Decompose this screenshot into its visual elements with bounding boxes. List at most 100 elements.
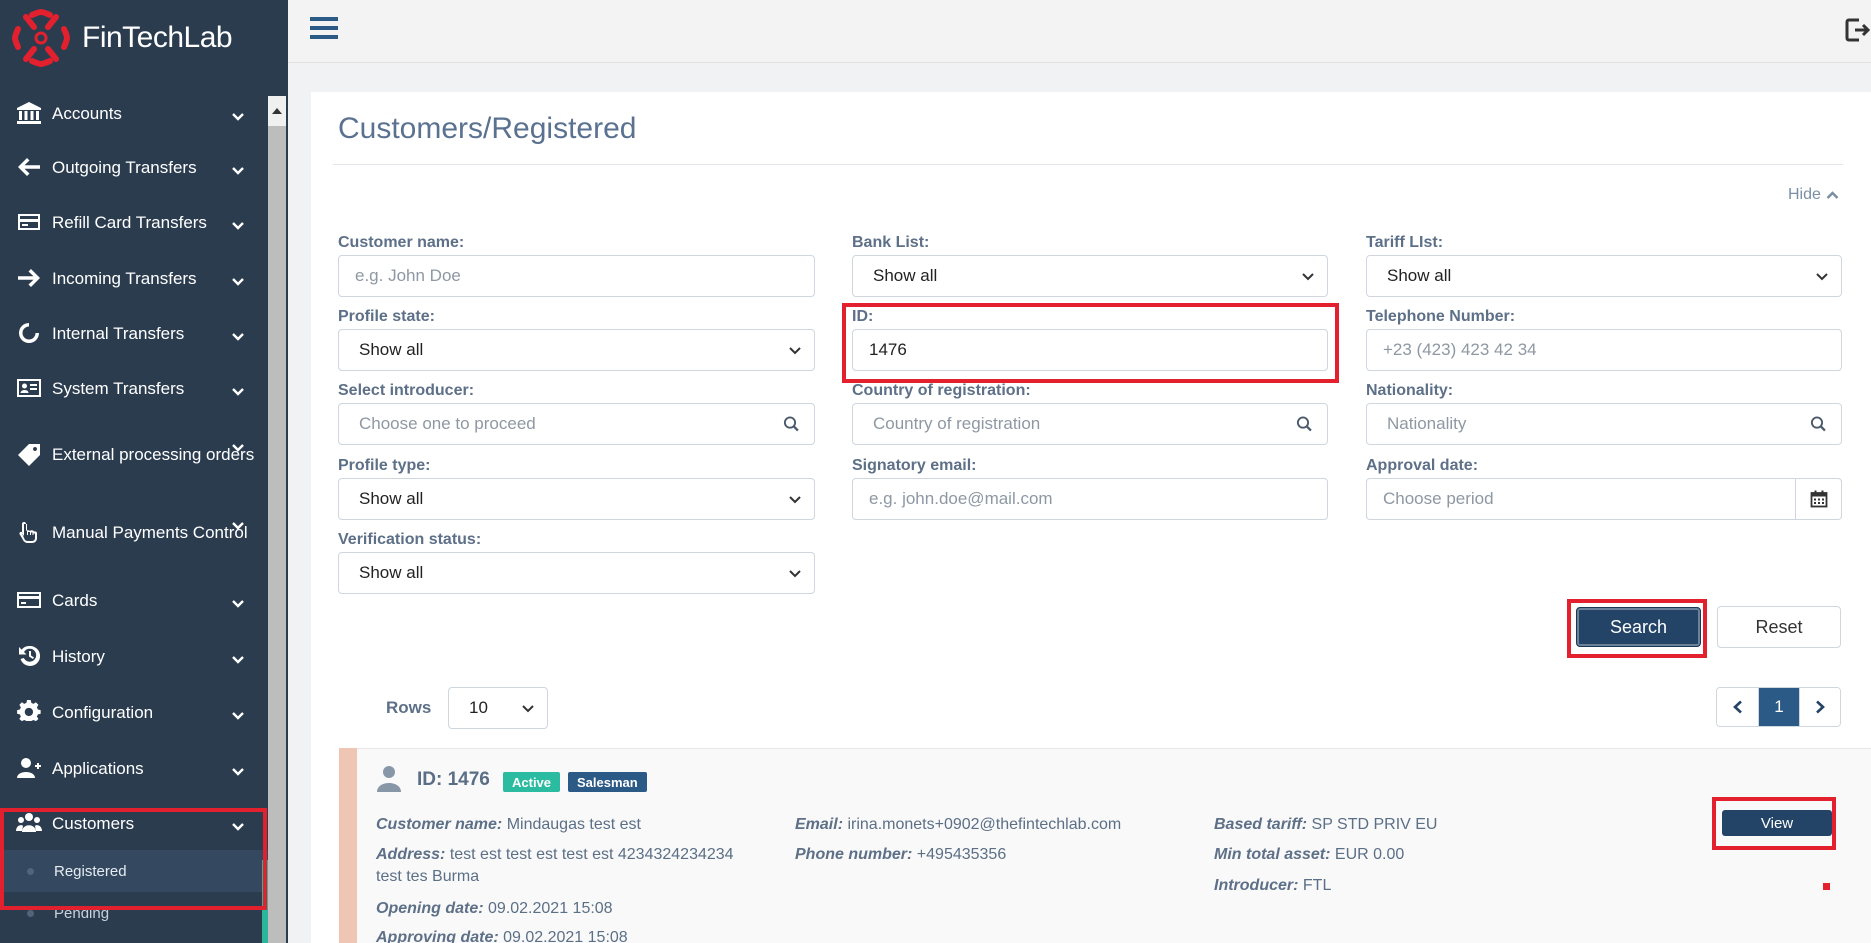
min-total-asset-value: EUR 0.00 <box>1334 846 1405 863</box>
nationality-input[interactable] <box>1387 414 1811 434</box>
highlight-view-button <box>1712 797 1836 850</box>
search-icon[interactable] <box>1296 415 1313 433</box>
chevron-down-icon <box>232 762 244 776</box>
address-row: Address: test est test est test est 4234… <box>376 844 756 888</box>
verification-status-value: Show all <box>359 563 424 582</box>
logout-icon[interactable] <box>1843 16 1871 44</box>
bank-list-value: Show all <box>873 266 938 285</box>
approval-date-input[interactable] <box>1383 489 1841 509</box>
introducer-value: FTL <box>1302 877 1332 894</box>
introducer-field[interactable] <box>338 403 815 445</box>
scroll-up-icon[interactable] <box>268 96 286 126</box>
sidebar-item-cards[interactable]: Cards <box>0 572 268 628</box>
hide-filters-link[interactable]: Hide <box>1788 186 1839 204</box>
chevron-down-icon <box>1816 273 1828 281</box>
sidebar: FinTechLab Accounts Outgoing Transfers R… <box>0 0 288 943</box>
chevron-right-icon <box>1816 700 1825 714</box>
sidebar-item-accounts[interactable]: Accounts <box>0 86 268 140</box>
rows-per-page-select[interactable]: 10 <box>448 687 548 729</box>
address-key: Address: <box>376 846 446 863</box>
highlight-id-field <box>842 303 1339 383</box>
search-icon[interactable] <box>783 415 800 433</box>
country-field[interactable] <box>852 403 1328 445</box>
sidebar-menu: Accounts Outgoing Transfers Refill Card … <box>0 86 268 934</box>
page-button-current[interactable]: 1 <box>1758 688 1799 726</box>
fintechlab-logo-icon <box>12 9 70 67</box>
approving-date-value: 09.02.2021 15:08 <box>503 929 628 943</box>
opening-date-row: Opening date: 09.02.2021 15:08 <box>376 898 756 920</box>
arrow-left-icon <box>14 154 44 180</box>
customer-name-input[interactable] <box>355 266 814 286</box>
role-badge: Salesman <box>568 772 647 792</box>
sidebar-item-system-transfers[interactable]: System Transfers <box>0 360 268 416</box>
tariff-list-select[interactable]: Show all <box>1366 255 1842 297</box>
sidebar-item-external-processing-orders[interactable]: External processing orders <box>0 416 268 492</box>
sidebar-item-incoming-transfers[interactable]: Incoming Transfers <box>0 250 268 306</box>
min-total-asset-row: Min total asset: EUR 0.00 <box>1214 844 1594 866</box>
customer-name-field[interactable] <box>338 255 815 297</box>
email-row: Email: irina.monets+0902@thefintechlab.c… <box>795 814 1195 836</box>
chevron-down-icon <box>232 107 244 121</box>
phone-key: Phone number: <box>795 846 913 863</box>
bullet-icon <box>27 910 34 917</box>
verification-status-label: Verification status: <box>338 531 482 548</box>
chevron-down-icon <box>1302 273 1314 281</box>
customer-name-label: Customer name: <box>338 234 465 251</box>
profile-type-label: Profile type: <box>338 457 431 474</box>
signatory-email-field[interactable] <box>852 478 1328 520</box>
approval-date-field[interactable] <box>1366 478 1842 520</box>
search-icon[interactable] <box>1810 415 1827 433</box>
page-title: Customers/Registered <box>338 112 637 145</box>
sidebar-item-history[interactable]: History <box>0 628 268 684</box>
card-refill-icon <box>14 209 44 235</box>
chevron-down-icon <box>232 272 244 286</box>
profile-state-value: Show all <box>359 340 424 359</box>
introducer-label: Select introducer: <box>338 382 475 399</box>
sidebar-item-configuration[interactable]: Configuration <box>0 684 268 740</box>
sidebar-item-refill-card-transfers[interactable]: Refill Card Transfers <box>0 194 268 250</box>
hide-label: Hide <box>1788 186 1821 203</box>
sidebar-item-outgoing-transfers[interactable]: Outgoing Transfers <box>0 140 268 194</box>
rows-label: Rows <box>386 698 432 717</box>
email-value: irina.monets+0902@thefintechlab.com <box>847 816 1122 833</box>
telephone-input[interactable] <box>1383 340 1841 360</box>
opening-date-value: 09.02.2021 15:08 <box>488 900 613 917</box>
status-badge-active: Active <box>503 772 561 792</box>
sidebar-item-manual-payments-control[interactable]: Manual Payments Control <box>0 492 268 572</box>
prev-page-button[interactable] <box>1717 688 1758 726</box>
profile-type-select[interactable]: Show all <box>338 478 815 520</box>
calendar-button[interactable] <box>1795 479 1841 519</box>
chevron-down-icon <box>232 382 244 396</box>
bank-icon <box>14 100 44 126</box>
pagination: 1 <box>1716 687 1841 727</box>
bank-list-label: Bank List: <box>852 234 930 251</box>
sidebar-item-applications[interactable]: Applications <box>0 740 268 796</box>
sidebar-item-internal-transfers[interactable]: Internal Transfers <box>0 306 268 360</box>
telephone-field[interactable] <box>1366 329 1842 371</box>
hamburger-menu-icon[interactable] <box>308 14 340 42</box>
bank-list-select[interactable]: Show all <box>852 255 1328 297</box>
top-bar <box>288 0 1871 63</box>
chevron-down-icon <box>232 216 244 230</box>
history-icon <box>14 643 44 669</box>
opening-date-key: Opening date: <box>376 900 484 917</box>
next-page-button[interactable] <box>1799 688 1840 726</box>
nationality-field[interactable] <box>1366 403 1842 445</box>
sidebar-scrollbar-thumb[interactable] <box>268 126 286 943</box>
hand-pointer-icon <box>14 519 44 545</box>
reset-button[interactable]: Reset <box>1717 606 1841 648</box>
arrow-right-icon <box>14 265 44 291</box>
brand-name: FinTechLab <box>82 21 233 54</box>
chevron-down-icon <box>232 706 244 720</box>
min-total-asset-key: Min total asset: <box>1214 846 1331 863</box>
verification-status-select[interactable]: Show all <box>338 552 815 594</box>
chevron-down-icon <box>232 161 244 175</box>
chevron-down-icon <box>789 570 801 578</box>
profile-state-select[interactable]: Show all <box>338 329 815 371</box>
signatory-email-input[interactable] <box>869 489 1327 509</box>
id-card-icon <box>14 375 44 401</box>
brand-logo[interactable]: FinTechLab <box>0 0 288 76</box>
country-input[interactable] <box>873 414 1297 434</box>
customer-name-value: Mindaugas test est <box>506 816 641 833</box>
introducer-input[interactable] <box>359 414 784 434</box>
